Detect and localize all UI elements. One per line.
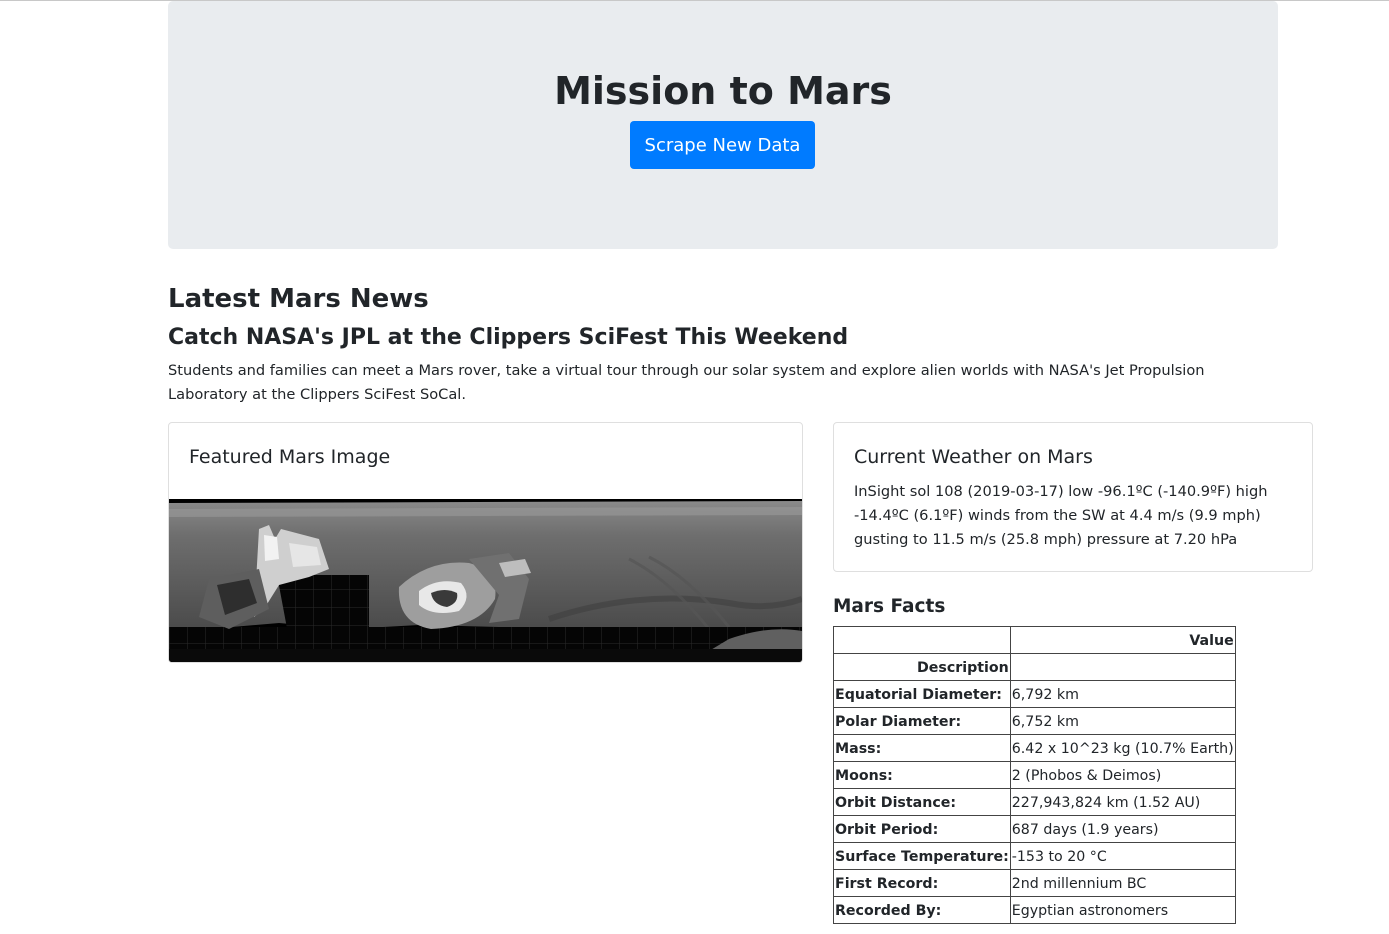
- table-row: Surface Temperature: -153 to 20 °C: [833, 842, 1236, 870]
- fact-label: Recorded By:: [833, 896, 1011, 924]
- fact-label: Moons:: [833, 761, 1011, 789]
- fact-label: Orbit Distance:: [833, 788, 1011, 816]
- fact-value: 687 days (1.9 years): [1009, 815, 1236, 843]
- table-index-empty: [1009, 653, 1236, 681]
- featured-image-card: Featured Mars Image: [168, 422, 803, 663]
- table-header-value: Value: [1009, 626, 1236, 654]
- scrape-new-data-button[interactable]: Scrape New Data: [630, 121, 815, 169]
- news-title: Catch NASA's JPL at the Clippers SciFest…: [168, 325, 849, 350]
- mars-facts-table: Value Description Equatorial Diameter: 6,…: [833, 626, 1236, 924]
- table-index-row: Description: [833, 653, 1236, 681]
- table-header-row: Value: [833, 626, 1236, 654]
- fact-value: Egyptian astronomers: [1009, 896, 1236, 924]
- fact-label: Orbit Period:: [833, 815, 1011, 843]
- table-row: Orbit Distance: 227,943,824 km (1.52 AU): [833, 788, 1236, 816]
- fact-value: 6,752 km: [1009, 707, 1236, 735]
- fact-label: Surface Temperature:: [833, 842, 1011, 870]
- fact-value: 227,943,824 km (1.52 AU): [1009, 788, 1236, 816]
- fact-value: 2nd millennium BC: [1009, 869, 1236, 897]
- featured-image-heading: Featured Mars Image: [189, 446, 391, 468]
- table-row: Moons: 2 (Phobos & Deimos): [833, 761, 1236, 789]
- fact-value: -153 to 20 °C: [1009, 842, 1236, 870]
- fact-label: Polar Diameter:: [833, 707, 1011, 735]
- fact-value: 6,792 km: [1009, 680, 1236, 708]
- mars-facts-heading: Mars Facts: [833, 596, 946, 617]
- table-header-empty: [833, 626, 1011, 654]
- table-row: Orbit Period: 687 days (1.9 years): [833, 815, 1236, 843]
- page-title: Mission to Mars: [554, 69, 892, 113]
- fact-label: Equatorial Diameter:: [833, 680, 1011, 708]
- table-row: Mass: 6.42 x 10^23 kg (10.7% Earth): [833, 734, 1236, 762]
- table-row: Recorded By: Egyptian astronomers: [833, 896, 1236, 924]
- table-row: Polar Diameter: 6,752 km: [833, 707, 1236, 735]
- fact-label: Mass:: [833, 734, 1011, 762]
- weather-text: InSight sol 108 (2019-03-17) low -96.1ºC…: [854, 483, 1268, 548]
- weather-card: Current Weather on Mars InSight sol 108 …: [833, 422, 1313, 572]
- featured-mars-image: [169, 499, 802, 662]
- fact-value: 6.42 x 10^23 kg (10.7% Earth): [1009, 734, 1236, 762]
- table-index-label: Description: [833, 653, 1011, 681]
- fact-label: First Record:: [833, 869, 1011, 897]
- table-row: Equatorial Diameter: 6,792 km: [833, 680, 1236, 708]
- fact-value: 2 (Phobos & Deimos): [1009, 761, 1236, 789]
- table-row: First Record: 2nd millennium BC: [833, 869, 1236, 897]
- news-paragraph: Students and families can meet a Mars ro…: [168, 362, 1205, 403]
- jumbotron-header: Mission to Mars Scrape New Data: [168, 1, 1278, 249]
- news-section-heading: Latest Mars News: [168, 284, 429, 314]
- weather-heading: Current Weather on Mars: [854, 446, 1093, 468]
